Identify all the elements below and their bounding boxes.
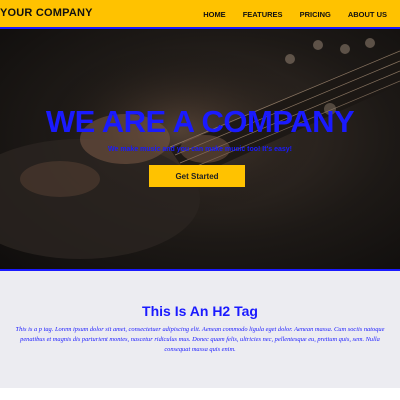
footer-strip: [0, 388, 400, 400]
brand-logo[interactable]: YOUR COMPANY: [0, 7, 93, 19]
hero-title: WE ARE A COMPANY: [45, 104, 355, 139]
hero-section: WE ARE A COMPANY We make music and you c…: [0, 29, 400, 271]
nav-link-home[interactable]: HOME: [203, 10, 226, 19]
section-heading: This Is An H2 Tag: [142, 303, 258, 319]
get-started-button[interactable]: Get Started: [149, 165, 245, 187]
nav-link-about-us[interactable]: ABOUT US: [348, 10, 387, 19]
hero-subtitle: We make music and you can make music too…: [108, 146, 292, 153]
content-section: This Is An H2 Tag This is a p tag. Lorem…: [0, 271, 400, 388]
navbar: YOUR COMPANY HOME FEATURES PRICING ABOUT…: [0, 0, 400, 29]
section-paragraph: This is a p tag. Lorem ipsum dolor sit a…: [15, 326, 385, 353]
nav-links: HOME FEATURES PRICING ABOUT US: [186, 10, 387, 19]
nav-link-features[interactable]: FEATURES: [243, 10, 283, 19]
nav-link-pricing[interactable]: PRICING: [300, 10, 331, 19]
